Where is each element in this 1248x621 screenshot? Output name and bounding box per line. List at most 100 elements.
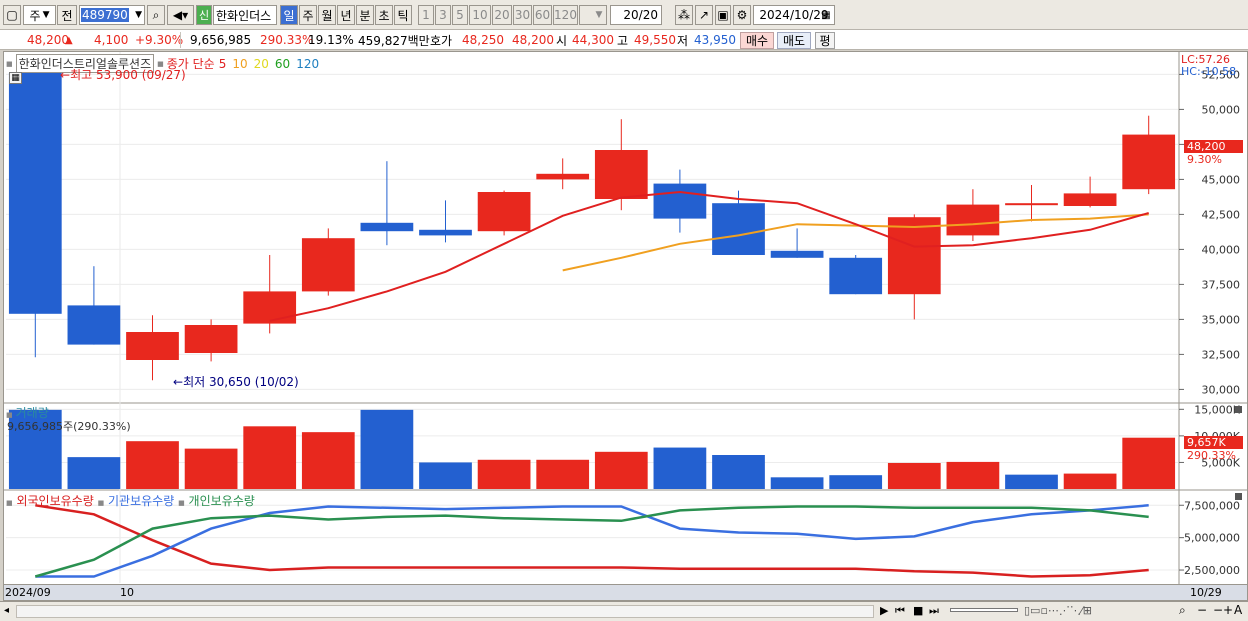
trend-icon[interactable]: ↗ xyxy=(695,5,713,25)
volume-bar xyxy=(301,432,355,489)
price-y-axis-tick-label: 32,500 xyxy=(1202,348,1241,361)
chevron-down-icon: ▼ xyxy=(135,10,142,20)
window-icon[interactable]: ▢ xyxy=(3,5,21,25)
zoom-icon[interactable]: ⌕ xyxy=(1179,603,1186,618)
volume-bar xyxy=(67,457,121,489)
stock-name[interactable]: 한화인더스 xyxy=(213,5,277,25)
chart-canvas: 30,000 32,500 35,000 37,500 40,000 42,500 45,0… xyxy=(4,52,1247,600)
x-axis-start-label: 2024/09 xyxy=(5,586,51,599)
trade-amount: 459,827백만 xyxy=(358,33,430,48)
volume-bar xyxy=(770,477,824,489)
minute-10-button[interactable]: 10 xyxy=(469,5,491,25)
count-input[interactable]: 20/20 xyxy=(610,5,662,25)
legend-institution[interactable]: 기관보유수량 xyxy=(108,494,174,508)
left-arrow-icon: ← xyxy=(173,375,184,389)
period-year-button[interactable]: 년 xyxy=(337,5,355,25)
price-y-axis-tick-label: 45,000 xyxy=(1202,173,1241,186)
code-input[interactable]: 489790 ▼ xyxy=(79,5,145,25)
minute-20-button[interactable]: 20 xyxy=(492,5,512,25)
volume-bar xyxy=(946,461,1000,489)
font-icon[interactable]: A xyxy=(1234,603,1242,617)
legend-bullet-icon: ■ xyxy=(97,499,105,507)
plus-icon[interactable]: + xyxy=(1223,603,1233,617)
low-annotation: ←최저 30,650 (10/02) xyxy=(173,373,299,390)
minute-120-button[interactable]: 120 xyxy=(553,5,578,25)
minus-icon[interactable]: − xyxy=(1197,603,1207,617)
legend-ma10[interactable]: 10 xyxy=(232,57,247,71)
period-week-button[interactable]: 주 xyxy=(299,5,317,25)
holdings-y-axis-tick-label: 7,500,000 xyxy=(1184,499,1240,512)
panel-close-icon[interactable] xyxy=(1235,406,1242,413)
legend-ma5[interactable]: 5 xyxy=(219,57,227,71)
eval-button[interactable]: 평 xyxy=(815,32,835,49)
quote-bar: 48,200 ▲ 4,100 +9.30% 9,656,985 290.33% … xyxy=(0,30,1248,50)
period-select-value: 주 xyxy=(29,8,41,23)
scroll-left-icon[interactable]: ◂ xyxy=(4,605,9,616)
prev-button[interactable]: 전 xyxy=(57,5,77,25)
holdings-legend: ■ 외국인보유수량 ■ 기관보유수량 ■ 개인보유수량 xyxy=(6,492,255,509)
zoom-slider[interactable] xyxy=(950,608,1018,612)
compare-icon[interactable]: ⁂ xyxy=(675,5,693,25)
save-icon[interactable]: ▣ xyxy=(715,5,731,25)
minute-5-button[interactable]: 5 xyxy=(452,5,468,25)
period-tick-button[interactable]: 틱 xyxy=(394,5,412,25)
volume-bar xyxy=(1005,474,1058,489)
candle-body xyxy=(301,238,355,292)
minute-custom-select[interactable]: ▼ xyxy=(579,5,607,25)
high-annotation: ←최고 53,900 (09/27) xyxy=(60,66,186,83)
holdings-y-axis-tick-label: 5,000,000 xyxy=(1184,532,1240,545)
period-minute-button[interactable]: 분 xyxy=(356,5,374,25)
first-icon[interactable]: ⏮ xyxy=(895,604,905,618)
toolbar: ▢ 주 ▼ 전 489790 ▼ ⌕ ◀▾ 신 한화인더스 일 주 월 년 분 초 … xyxy=(0,0,1248,30)
minute-1-button[interactable]: 1 xyxy=(418,5,434,25)
stop-icon[interactable]: ■ xyxy=(913,604,923,617)
price-change-pct: +9.30% xyxy=(135,33,184,47)
candle-body xyxy=(1063,193,1117,206)
sell-button[interactable]: 매도 xyxy=(777,32,811,49)
minute-60-button[interactable]: 60 xyxy=(533,5,552,25)
period-second-button[interactable]: 초 xyxy=(375,5,393,25)
price-y-axis-tick-label: 42,500 xyxy=(1202,208,1241,221)
candle-body xyxy=(184,325,238,353)
legend-retail[interactable]: 개인보유수량 xyxy=(189,494,255,508)
toolbar-small-icons[interactable]: ▯▭▫⋯⋰⋱⁄⊞ xyxy=(1024,604,1092,617)
play-icon[interactable]: ▶ xyxy=(880,604,888,617)
period-day-button[interactable]: 일 xyxy=(280,5,298,25)
chevron-down-icon: ▼ xyxy=(42,10,50,20)
period-month-button[interactable]: 월 xyxy=(318,5,336,25)
open-label: 시 xyxy=(556,33,568,48)
chevron-down-icon: ▼ xyxy=(595,10,603,20)
volume-bar xyxy=(1122,437,1176,489)
legend-ma120[interactable]: 120 xyxy=(296,57,319,71)
price-y-axis-tick-label: 35,000 xyxy=(1202,313,1241,326)
volume-info: 9,656,985주(290.33%) xyxy=(7,420,131,433)
calendar-icon[interactable]: ▦ xyxy=(818,5,834,25)
buy-button[interactable]: 매수 xyxy=(740,32,774,49)
candle-body xyxy=(594,150,648,199)
x-axis-mid-label: 10 xyxy=(120,586,134,599)
legend-bullet-icon: ■ xyxy=(6,59,13,68)
table-icon[interactable]: ▦ xyxy=(9,72,22,84)
period-select[interactable]: 주 ▼ xyxy=(23,5,56,25)
hc-value: HC:-10.58 xyxy=(1181,65,1237,78)
legend-foreign[interactable]: 외국인보유수량 xyxy=(16,494,93,508)
candle-body xyxy=(770,250,824,258)
sound-icon[interactable]: ◀▾ xyxy=(167,5,194,25)
current-price: 48,200 xyxy=(27,33,69,47)
legend-ma20[interactable]: 20 xyxy=(254,57,269,71)
search-icon[interactable]: ⌕ xyxy=(147,5,165,25)
minute-3-button[interactable]: 3 xyxy=(435,5,451,25)
holdings-y-axis-tick-label: 2,500,000 xyxy=(1184,564,1240,577)
horizontal-scrollbar[interactable] xyxy=(16,605,874,618)
up-arrow-icon: ▲ xyxy=(65,34,73,46)
high-annotation-text: 최고 53,900 (09/27) xyxy=(70,68,186,82)
minute-30-button[interactable]: 30 xyxy=(513,5,532,25)
chart-area[interactable]: 30,000 32,500 35,000 37,500 40,000 42,500 45,0… xyxy=(3,51,1248,601)
candle-body xyxy=(946,204,1000,236)
panel-close-icon[interactable] xyxy=(1235,493,1242,500)
price-y-axis-tick-label: 30,000 xyxy=(1202,383,1241,396)
dash-icon[interactable]: − xyxy=(1213,603,1223,617)
last-icon[interactable]: ⏭ xyxy=(929,604,939,618)
legend-ma60[interactable]: 60 xyxy=(275,57,290,71)
gear-icon[interactable]: ⚙ xyxy=(733,5,751,25)
